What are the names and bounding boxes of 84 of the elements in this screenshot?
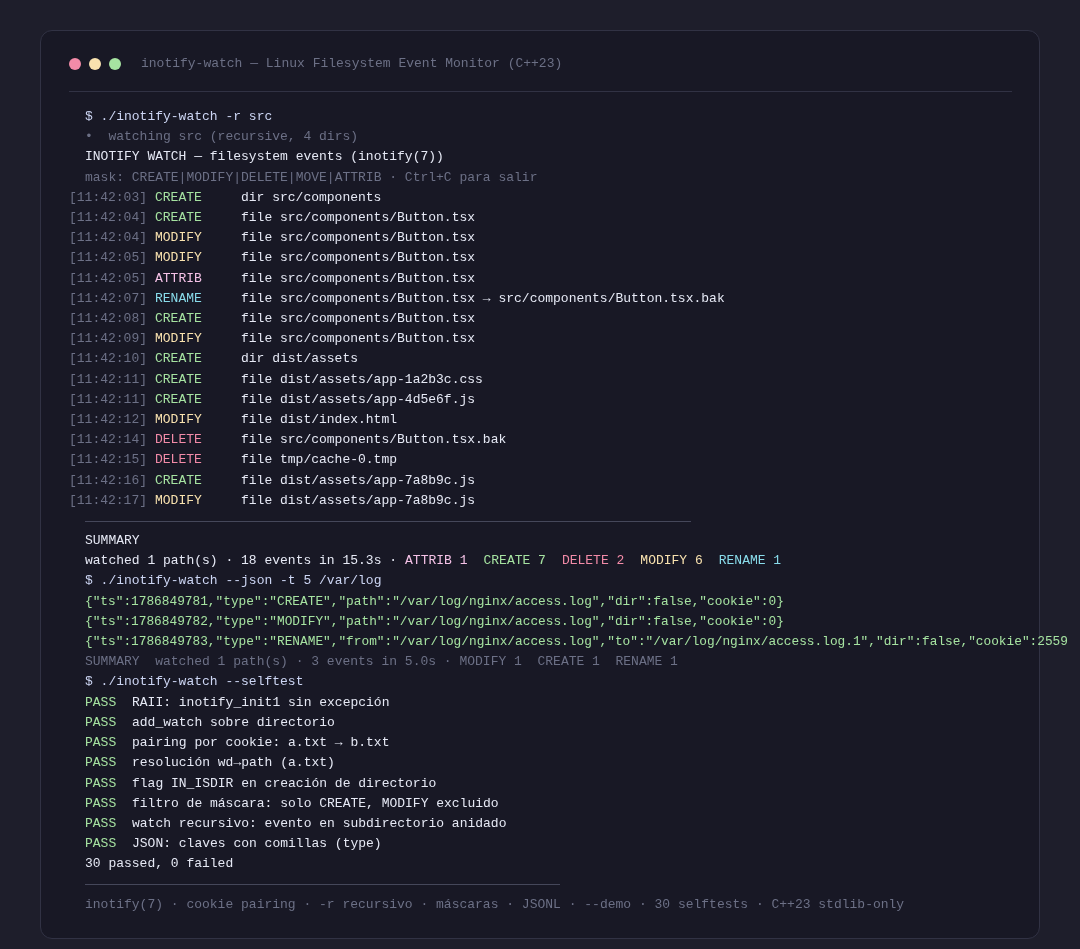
test-status: PASS	[85, 835, 118, 854]
event-time: [11:42:14]	[69, 431, 148, 450]
command-line: $ ./inotify-watch -r src	[84, 108, 274, 126]
event-type: MODIFY	[155, 330, 203, 349]
json-line: {"ts":1786849783,"type":"RENAME","from":"/var/log/nginx/access.log","to":"/var/log/nginx/access.log.1","dir":false,"cookie":2559	[85, 633, 1068, 652]
event-type: RENAME	[155, 289, 203, 308]
event-type: MODIFY	[155, 229, 203, 248]
info-line: • watching src (recursive, 4 dirs)	[84, 128, 360, 147]
event-count: DELETE 2	[561, 552, 625, 571]
dim-line: SUMMARY watched 1 path(s) · 3 events in 5.0s · MODIFY 1 CREATE 1 RENAME 1	[84, 653, 679, 672]
test-status: PASS	[85, 774, 118, 793]
event-path: file src/components/Button.tsx	[241, 310, 476, 329]
event-path: file dist/index.html	[241, 411, 398, 430]
event-count: CREATE 7	[483, 552, 546, 571]
event-path: file dist/assets/app-7a8b9c.js	[241, 471, 476, 490]
event-time: [11:42:05]	[69, 269, 148, 288]
event-type: MODIFY	[155, 491, 203, 510]
event-time: [11:42:10]	[69, 350, 148, 369]
event-time: [11:42:07]	[69, 289, 148, 308]
event-count: MODIFY 6	[640, 552, 703, 571]
event-time: [11:42:16]	[69, 471, 148, 490]
event-type: CREATE	[155, 310, 203, 329]
event-type: DELETE	[155, 431, 203, 450]
test-name: pairing por cookie: a.txt → b.txt	[132, 734, 390, 753]
event-time: [11:42:03]	[69, 188, 148, 207]
json-line: {"ts":1786849781,"type":"CREATE","path":"/var/log/nginx/access.log","dir":false,"cookie":0}	[85, 592, 784, 611]
event-type: CREATE	[155, 209, 203, 227]
test-name: resolución wd→path (a.txt)	[132, 754, 335, 773]
event-type: CREATE	[155, 370, 203, 389]
json-line: {"ts":1786849782,"type":"MODIFY","path":"/var/log/nginx/access.log","dir":false,"cookie":0}	[85, 612, 784, 631]
dim-line: inotify(7) · cookie pairing · -r recursivo · máscaras · JSONL · --demo · 30 selftests · C++23 stdlib-only	[84, 895, 906, 914]
event-count: ATTRIB 1	[405, 552, 468, 571]
event-path: dir src/components	[241, 188, 382, 207]
event-type: MODIFY	[155, 249, 203, 268]
test-name: flag IN_ISDIR en creación de directorio	[132, 774, 437, 793]
summary-text: watched 1 path(s) · 18 events in 15.3s ·	[85, 552, 398, 571]
test-name: filtro de máscara: solo CREATE, MODIFY excluido	[132, 794, 499, 813]
test-name: RAII: inotify_init1 sin excepción	[132, 693, 390, 712]
event-type: CREATE	[155, 390, 203, 409]
event-time: [11:42:04]	[69, 229, 148, 248]
event-time: [11:42:05]	[69, 249, 148, 268]
event-path: file src/components/Button.tsx	[241, 249, 476, 268]
event-time: [11:42:15]	[69, 451, 148, 470]
command-line: $ ./inotify-watch --selftest	[84, 673, 305, 692]
event-type: MODIFY	[155, 411, 203, 430]
event-path: file dist/assets/app-4d5e6f.js	[241, 390, 476, 409]
test-name: watch recursivo: evento en subdirectorio anidado	[132, 814, 507, 833]
event-type: CREATE	[155, 188, 203, 207]
event-time: [11:42:11]	[69, 370, 148, 389]
event-path: file src/components/Button.tsx	[241, 269, 476, 288]
event-time: [11:42:11]	[69, 390, 148, 409]
event-path: file src/components/Button.tsx	[241, 330, 476, 349]
event-path: file dist/assets/app-1a2b3c.css	[241, 370, 483, 389]
test-status: PASS	[85, 754, 118, 773]
event-path: file dist/assets/app-7a8b9c.js	[241, 491, 476, 510]
event-type: DELETE	[155, 451, 203, 470]
event-path: file tmp/cache-0.tmp	[241, 451, 398, 470]
dim-line: mask: CREATE|MODIFY|DELETE|MOVE|ATTRIB · Ctrl+C para salir	[84, 168, 539, 187]
output-line: SUMMARY	[84, 532, 141, 551]
command-line: $ ./inotify-watch --json -t 5 /var/log	[84, 572, 383, 591]
output-line: 30 passed, 0 failed	[84, 855, 235, 874]
event-type: CREATE	[155, 471, 203, 490]
event-time: [11:42:17]	[69, 491, 148, 510]
test-status: PASS	[85, 734, 118, 753]
event-path: file src/components/Button.tsx	[241, 229, 476, 248]
event-time: [11:42:04]	[69, 209, 148, 227]
test-name: add_watch sobre directorio	[132, 713, 335, 732]
event-path: file src/components/Button.tsx	[241, 209, 476, 227]
test-name: JSON: claves con comillas (type)	[132, 835, 382, 854]
event-type: CREATE	[155, 350, 203, 369]
window-title: inotify-watch — Linux Filesystem Event Monitor (C++23)	[141, 55, 563, 74]
event-type: ATTRIB	[155, 269, 203, 288]
event-path: file src/components/Button.tsx → src/components/Button.tsx.bak	[241, 289, 725, 308]
event-path: file src/components/Button.tsx.bak	[241, 431, 507, 450]
test-status: PASS	[85, 693, 118, 712]
event-path: dir dist/assets	[241, 350, 359, 369]
event-time: [11:42:12]	[69, 411, 148, 430]
test-status: PASS	[85, 814, 118, 833]
test-status: PASS	[85, 713, 118, 732]
event-time: [11:42:09]	[69, 330, 148, 349]
heading-line: INOTIFY WATCH — filesystem events (inotify(7))	[84, 148, 445, 167]
test-status: PASS	[85, 794, 118, 813]
event-time: [11:42:08]	[69, 310, 148, 329]
event-count: RENAME 1	[718, 552, 782, 571]
